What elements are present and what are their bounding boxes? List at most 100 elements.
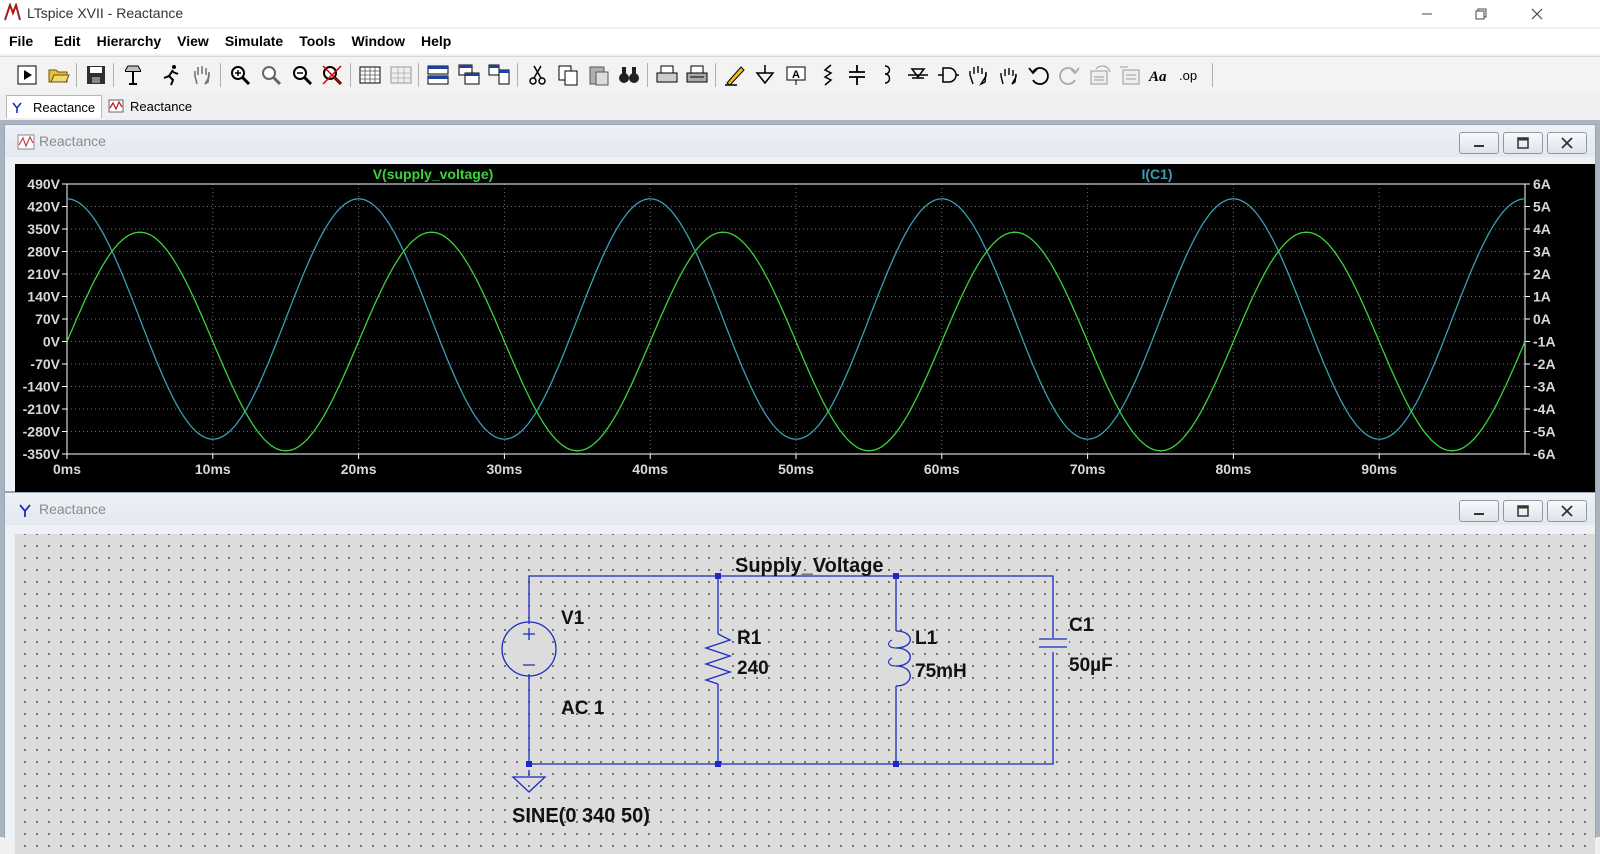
tab-label: Reactance: [130, 98, 193, 114]
left-tick-label: 350V: [27, 221, 60, 237]
schematic-minimize-button[interactable]: [1459, 500, 1499, 522]
schematic-close-button[interactable]: [1547, 500, 1587, 522]
copy-button[interactable]: [556, 63, 580, 87]
tab-waveform[interactable]: Reactance: [104, 95, 198, 117]
v1-source-spec[interactable]: SINE(0 340 50): [512, 805, 650, 827]
tab-schematic[interactable]: Reactance: [6, 95, 103, 118]
menu-file[interactable]: File: [0, 29, 41, 54]
right-tick-label: -2A: [1533, 356, 1556, 372]
mirror-button[interactable]: [1118, 63, 1142, 87]
draw-wire-button[interactable]: [723, 63, 747, 87]
rotate-button[interactable]: [1088, 63, 1112, 87]
zoom-cancel-button[interactable]: [320, 63, 344, 87]
v1-source[interactable]: [501, 621, 557, 677]
menu-simulate[interactable]: Simulate: [217, 29, 291, 54]
close-icon: [1531, 8, 1543, 19]
zoom-in-icon: [231, 66, 251, 86]
right-tick-label: -1A: [1533, 334, 1556, 350]
close-button[interactable]: [1514, 0, 1560, 27]
zoom-box-icon: [262, 66, 282, 86]
zoom-in-button[interactable]: [228, 63, 252, 87]
inductor-button[interactable]: [875, 63, 899, 87]
tile-horizontal-button[interactable]: [426, 63, 450, 87]
waveform-plot-pane[interactable]: 490V 420V 350V 280V 210V 140V 70V 0V -70V -140V -2…: [15, 164, 1595, 492]
open-button[interactable]: [47, 63, 71, 87]
schematic-drawing[interactable]: Supply_Voltage V1 AC 1 SINE(0 340 50) R1…: [15, 534, 1595, 854]
ground-symbol[interactable]: [511, 776, 547, 793]
x-tick-label: 70ms: [1070, 461, 1106, 477]
diode-button[interactable]: [906, 63, 930, 87]
menu-edit[interactable]: Edit: [41, 29, 88, 54]
waveform-minimize-button[interactable]: [1459, 132, 1499, 154]
c1-value-label[interactable]: 50µF: [1069, 655, 1113, 676]
menu-tools[interactable]: Tools: [291, 29, 343, 54]
zoom-cancel-icon: [322, 65, 343, 86]
autorange-button[interactable]: [358, 63, 382, 87]
schematic-canvas[interactable]: Supply_Voltage V1 AC 1 SINE(0 340 50) R1…: [15, 534, 1595, 854]
drag-button[interactable]: [997, 63, 1021, 87]
capacitor-button[interactable]: [845, 63, 869, 87]
svg-text:Aa: Aa: [1148, 69, 1167, 85]
pan-button[interactable]: [190, 63, 214, 87]
text-icon: Aa: [1148, 69, 1167, 85]
control-panel-button[interactable]: [121, 63, 145, 87]
waveform-chart[interactable]: 490V 420V 350V 280V 210V 140V 70V 0V -70V -140V -2…: [15, 164, 1595, 492]
trace-label-voltage[interactable]: V(supply_voltage): [373, 166, 494, 182]
x-tick-label: 50ms: [778, 461, 814, 477]
resistor-button[interactable]: [815, 63, 839, 87]
right-tick-label: -6A: [1533, 446, 1556, 462]
text-button[interactable]: Aa: [1148, 63, 1172, 87]
menu-window[interactable]: Window: [343, 29, 413, 54]
zoom-out-button[interactable]: [290, 63, 314, 87]
undo-icon: [1028, 67, 1049, 85]
wire-loop[interactable]: [528, 575, 1054, 765]
zoom-box-button[interactable]: [259, 63, 283, 87]
redo-button[interactable]: [1057, 63, 1081, 87]
restore-button[interactable]: [1458, 0, 1504, 27]
run-button[interactable]: [15, 63, 39, 87]
autorange-icon: [359, 66, 381, 84]
l1-name-label[interactable]: L1: [915, 628, 938, 649]
find-button[interactable]: [617, 63, 641, 87]
window-title: LTspice XVII - Reactance: [27, 5, 184, 21]
r1-name-label[interactable]: R1: [737, 628, 762, 649]
waveform-close-button[interactable]: [1547, 132, 1587, 154]
l1-inductor[interactable]: [885, 630, 911, 687]
label-net-button[interactable]: A: [784, 63, 808, 87]
c1-capacitor[interactable]: [1037, 638, 1069, 652]
x-axis-ticks: 0ms 10ms 20ms 30ms 40ms 50ms 60ms 70ms 80ms 90ms: [53, 454, 1397, 477]
l1-value-label[interactable]: 75mH: [915, 661, 967, 682]
minimize-button[interactable]: [1404, 0, 1450, 27]
cut-button[interactable]: [526, 63, 550, 87]
v1-value-label[interactable]: AC 1: [561, 698, 605, 719]
r1-resistor[interactable]: [703, 633, 733, 685]
spice-directive-button[interactable]: .op: [1178, 63, 1202, 87]
save-button[interactable]: [84, 63, 108, 87]
menu-help[interactable]: Help: [413, 29, 459, 54]
cascade-button[interactable]: [457, 63, 481, 87]
net-label-supply-voltage[interactable]: Supply_Voltage: [735, 555, 884, 577]
c1-name-label[interactable]: C1: [1069, 615, 1094, 636]
waveform-window-title-bar[interactable]: Reactance: [5, 125, 1595, 157]
paste-icon: [589, 66, 609, 86]
tile-vertical-button[interactable]: [487, 63, 511, 87]
open-icon: [48, 69, 70, 83]
halt-button[interactable]: [160, 63, 184, 87]
ground-button[interactable]: [753, 63, 777, 87]
trace-label-current[interactable]: I(C1): [1141, 166, 1172, 182]
menu-view[interactable]: View: [169, 29, 217, 54]
schematic-window-title-bar[interactable]: Reactance: [5, 493, 1595, 525]
r1-value-label[interactable]: 240: [737, 658, 769, 679]
schematic-maximize-button[interactable]: [1503, 500, 1543, 522]
waveform-maximize-button[interactable]: [1503, 132, 1543, 154]
grid-button[interactable]: [389, 63, 413, 87]
print-setup-button[interactable]: [685, 63, 709, 87]
v1-name-label[interactable]: V1: [561, 608, 585, 629]
menu-hierarchy[interactable]: Hierarchy: [89, 29, 170, 54]
move-button[interactable]: [966, 63, 990, 87]
print-button[interactable]: [655, 63, 679, 87]
paste-button[interactable]: [587, 63, 611, 87]
undo-button[interactable]: [1027, 63, 1051, 87]
component-button[interactable]: [936, 63, 960, 87]
left-tick-label: -140V: [23, 379, 61, 395]
